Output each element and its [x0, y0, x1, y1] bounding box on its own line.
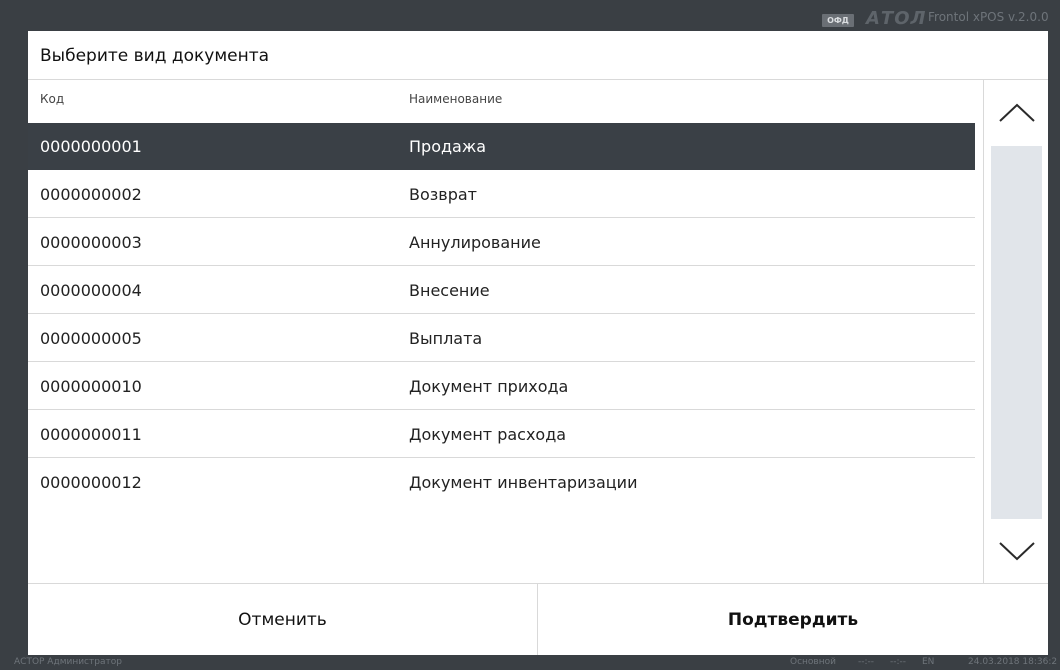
- status-user: АСТОР Администратор: [14, 657, 122, 667]
- dialog-title: Выберите вид документа: [40, 46, 270, 66]
- row-code: 0000000010: [40, 377, 142, 396]
- row-name: Документ расхода: [409, 425, 567, 444]
- row-name: Документ инвентаризации: [409, 473, 638, 492]
- list-row[interactable]: 0000000003 Аннулирование: [28, 219, 975, 266]
- row-code: 0000000012: [40, 473, 142, 492]
- row-code: 0000000005: [40, 329, 142, 348]
- row-name: Внесение: [409, 281, 490, 300]
- scroll-panel: [983, 80, 1048, 583]
- row-name: Выплата: [409, 329, 483, 348]
- chevron-up-icon: [999, 103, 1035, 122]
- confirm-button[interactable]: Подтвердить: [538, 584, 1048, 655]
- top-bar: ОФД АТОЛ Frontol xPOS v.2.0.0: [0, 0, 1060, 31]
- scroll-down-button[interactable]: [996, 530, 1038, 572]
- list-row[interactable]: 0000000004 Внесение: [28, 267, 975, 314]
- status-time-1: --:--: [858, 657, 875, 667]
- row-code: 0000000011: [40, 425, 142, 444]
- status-language: EN: [922, 657, 935, 667]
- list-row-selected[interactable]: 0000000001 Продажа: [28, 123, 975, 170]
- cancel-button[interactable]: Отменить: [28, 584, 538, 655]
- column-header-name: Наименование: [409, 92, 503, 106]
- list-header: Код Наименование: [28, 80, 983, 123]
- status-time-2: --:--: [890, 657, 907, 667]
- row-name: Возврат: [409, 185, 477, 204]
- atol-logo: АТОЛ: [866, 8, 927, 29]
- status-datetime: 24.03.2018 18:36:2: [968, 657, 1058, 667]
- list-row[interactable]: 0000000011 Документ расхода: [28, 411, 975, 458]
- ofd-badge: ОФД: [822, 14, 854, 27]
- row-name: Документ прихода: [409, 377, 569, 396]
- row-code: 0000000002: [40, 185, 142, 204]
- list-row[interactable]: 0000000002 Возврат: [28, 171, 975, 218]
- status-mode: Основной: [790, 657, 836, 667]
- status-bar: АСТОР Администратор Основной --:-- --:--…: [0, 655, 1060, 670]
- row-name: Продажа: [409, 137, 487, 156]
- chevron-down-icon: [999, 542, 1035, 561]
- app-version: Frontol xPOS v.2.0.0: [928, 10, 1049, 24]
- list-row[interactable]: 0000000012 Документ инвентаризации: [28, 459, 975, 506]
- row-code: 0000000003: [40, 233, 142, 252]
- scroll-up-button[interactable]: [996, 92, 1038, 134]
- document-type-dialog: Выберите вид документа Код Наименование …: [28, 31, 1048, 655]
- column-header-code: Код: [40, 92, 65, 106]
- list-row[interactable]: 0000000010 Документ прихода: [28, 363, 975, 410]
- list-row[interactable]: 0000000005 Выплата: [28, 315, 975, 362]
- dialog-footer: Отменить Подтвердить: [28, 583, 1048, 655]
- row-code: 0000000001: [40, 137, 142, 156]
- scrollbar-track[interactable]: [991, 146, 1042, 519]
- row-name: Аннулирование: [409, 233, 541, 252]
- row-code: 0000000004: [40, 281, 142, 300]
